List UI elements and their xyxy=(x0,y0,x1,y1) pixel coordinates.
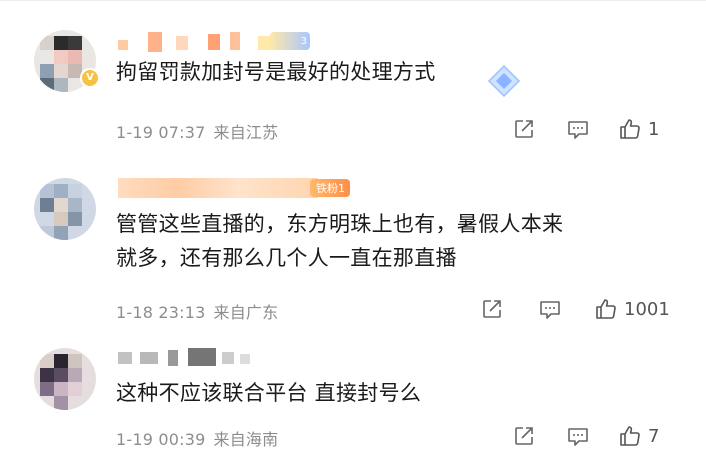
share-icon xyxy=(515,427,533,445)
share-icon xyxy=(483,300,501,318)
timestamp: 1-18 23:13 xyxy=(116,303,206,322)
location: 来自海南 xyxy=(213,430,279,449)
username-blurred[interactable] xyxy=(118,348,258,368)
comment-text-line: 就多，还有那么几个人一直在那直播 xyxy=(116,246,457,270)
comment-text: 拘留罚款加封号是最好的处理方式 xyxy=(116,60,436,84)
location: 来自江苏 xyxy=(213,123,279,142)
comment-icon xyxy=(568,428,588,446)
top-divider xyxy=(0,0,706,1)
timestamp: 1-19 07:37 xyxy=(116,123,206,142)
like-count: 1001 xyxy=(624,298,670,320)
comment-button[interactable] xyxy=(566,426,590,448)
fan-badge: 铁粉1 xyxy=(310,179,350,197)
comment-meta: 1-19 07:37 来自江苏 xyxy=(116,119,278,143)
avatar[interactable] xyxy=(34,178,96,240)
like-icon xyxy=(596,299,616,319)
username-blurred[interactable] xyxy=(118,178,318,198)
like-button[interactable]: 1001 xyxy=(594,297,670,321)
comment-text-line: 管管这些直播的，东方明珠上也有，暑假人本来 xyxy=(116,212,564,236)
like-icon xyxy=(620,119,640,139)
avatar[interactable] xyxy=(34,348,96,410)
comment-button[interactable] xyxy=(566,119,590,141)
like-count: 7 xyxy=(648,425,660,447)
level-badge: 3 xyxy=(270,32,310,50)
comment-text: 这种不应该联合平台 直接封号么 xyxy=(116,381,422,405)
diamond-icon xyxy=(487,64,521,98)
like-button[interactable]: 7 xyxy=(618,424,659,448)
share-icon xyxy=(515,120,533,138)
share-button[interactable] xyxy=(513,425,535,447)
like-icon xyxy=(620,426,640,446)
comment-icon xyxy=(568,121,588,139)
like-button[interactable]: 1 xyxy=(618,117,659,141)
verified-badge-icon: V xyxy=(80,68,100,88)
comment-icon xyxy=(540,301,560,319)
share-button[interactable] xyxy=(481,298,503,320)
comment-meta: 1-19 00:39 来自海南 xyxy=(116,426,278,450)
share-button[interactable] xyxy=(513,118,535,140)
timestamp: 1-19 00:39 xyxy=(116,430,206,449)
comment-meta: 1-18 23:13 来自广东 xyxy=(116,299,278,323)
comment-button[interactable] xyxy=(538,299,562,321)
comment-text: 管管这些直播的，东方明珠上也有，暑假人本来 就多，还有那么几个人一直在那直播 xyxy=(116,207,563,275)
location: 来自广东 xyxy=(213,303,279,322)
like-count: 1 xyxy=(648,118,660,140)
